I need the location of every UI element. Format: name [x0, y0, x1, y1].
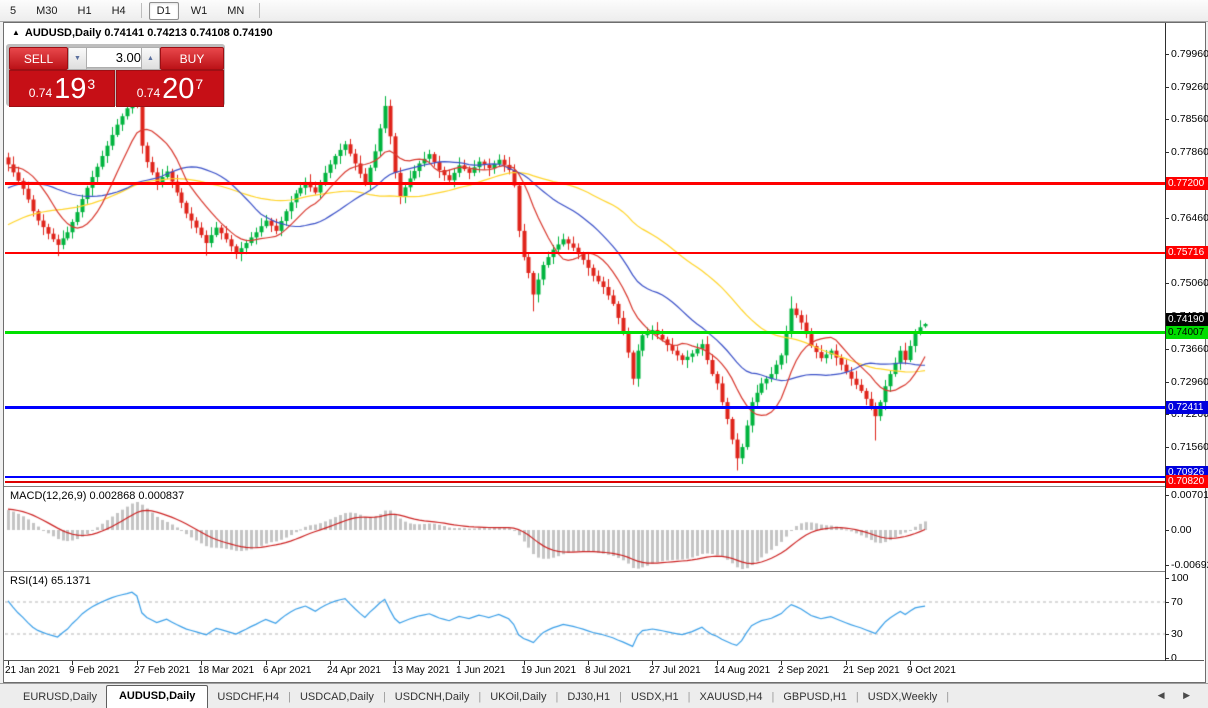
price-badge-0.72411: 0.72411 [1166, 401, 1208, 414]
chart-tab-USDX-H1[interactable]: USDX,H1 [622, 687, 688, 708]
hline-0.74007[interactable] [5, 331, 1165, 334]
timeframe-button-D1[interactable]: D1 [149, 2, 179, 20]
price-badge-0.77200: 0.77200 [1166, 177, 1208, 190]
price-tick-label: 0.79960 [1171, 48, 1208, 60]
timeframe-button-W1[interactable]: W1 [183, 2, 216, 20]
timeframe-button-M30[interactable]: M30 [28, 2, 65, 20]
date-label: 13 May 2021 [392, 665, 450, 676]
date-label: 9 Oct 2021 [907, 665, 956, 676]
date-label: 18 Mar 2021 [198, 665, 254, 676]
date-label: 2 Sep 2021 [778, 665, 829, 676]
date-label: 9 Feb 2021 [69, 665, 120, 676]
timeframe-toolbar[interactable]: 5M30 H1H4 D1W1MN [0, 0, 1208, 22]
volume-decrease-button[interactable]: ▼ [68, 47, 87, 70]
date-label: 24 Apr 2021 [327, 665, 381, 676]
chart-tab-EURUSD-Daily[interactable]: EURUSD,Daily [14, 687, 106, 708]
date-label: 21 Sep 2021 [843, 665, 900, 676]
macd-axis-label: -0.006923 [1171, 559, 1208, 571]
ask-price-small: 0.74 [137, 86, 160, 104]
timeframe-button-MN[interactable]: MN [219, 2, 252, 20]
ask-price-big: 20 [162, 75, 194, 104]
sell-button[interactable]: SELL [9, 47, 68, 70]
hline-0.72411[interactable] [5, 406, 1165, 409]
rsi-panel-divider[interactable] [4, 571, 1165, 572]
hline-0.70820[interactable] [5, 481, 1165, 483]
bid-price-small: 0.74 [29, 86, 52, 104]
chart-tab-AUDUSD-Daily[interactable]: AUDUSD,Daily [106, 685, 208, 708]
rsi-label: RSI(14) 65.1371 [10, 575, 91, 587]
price-tick-label: 0.71560 [1171, 441, 1208, 453]
price-badge-0.75716: 0.75716 [1166, 246, 1208, 259]
price-badge-0.74190: 0.74190 [1166, 313, 1208, 326]
tab-separator: | [946, 687, 949, 708]
macd-axis-label: 0.00 [1171, 524, 1191, 536]
chart-tab-bar: EURUSD,DailyAUDUSD,DailyUSDCHF,H4 | USDCAD… [0, 683, 1208, 708]
toolbar-separator [259, 3, 260, 18]
chart-tab-XAUUSD-H4[interactable]: XAUUSD,H4 [691, 687, 772, 708]
chart-tab-USDCNH-Daily[interactable]: USDCNH,Daily [386, 687, 479, 708]
price-axis-line [1165, 23, 1166, 661]
price-tick-label: 0.79260 [1171, 81, 1208, 93]
price-badge-0.70820: 0.70820 [1166, 475, 1208, 488]
hline-0.77200[interactable] [5, 182, 1165, 185]
bid-price-pipette: 3 [87, 76, 95, 92]
price-badge-0.74007: 0.74007 [1166, 326, 1208, 339]
hline-0.70926[interactable] [5, 476, 1165, 478]
chart-tab-UKOil-Daily[interactable]: UKOil,Daily [481, 687, 555, 708]
price-tick-label: 0.75060 [1171, 277, 1208, 289]
rsi-indicator-canvas[interactable] [5, 572, 1165, 660]
price-tick-label: 0.72960 [1171, 376, 1208, 388]
ask-price-pipette: 7 [195, 76, 203, 92]
chart-tab-USDCAD-Daily[interactable]: USDCAD,Daily [291, 687, 383, 708]
date-label: 1 Jun 2021 [456, 665, 506, 676]
macd-label: MACD(12,26,9) 0.002868 0.000837 [10, 490, 184, 502]
date-label: 21 Jan 2021 [5, 665, 60, 676]
date-label: 8 Jul 2021 [585, 665, 631, 676]
rsi-axis-label: 70 [1171, 596, 1183, 608]
chart-tab-USDX-Weekly[interactable]: USDX,Weekly [859, 687, 946, 708]
date-label: 14 Aug 2021 [714, 665, 770, 676]
rsi-axis-label: 100 [1171, 572, 1189, 584]
hline-0.75716[interactable] [5, 252, 1165, 254]
tab-scroll-arrows[interactable]: ◀ ▶ [1158, 690, 1198, 701]
chart-tab-USDCHF-H4[interactable]: USDCHF,H4 [208, 687, 288, 708]
price-tick-label: 0.78560 [1171, 113, 1208, 125]
bid-price-big: 19 [54, 75, 86, 104]
volume-increase-button[interactable]: ▲ [141, 47, 160, 70]
date-label: 6 Apr 2021 [263, 665, 311, 676]
timeframe-button-H1[interactable]: H1 [70, 2, 100, 20]
rsi-axis-label: 0 [1171, 652, 1177, 664]
price-tick-label: 0.77860 [1171, 146, 1208, 158]
bid-quote-button[interactable]: 0.74 19 3 [9, 70, 115, 107]
macd-panel-divider[interactable] [4, 486, 1165, 487]
buy-button[interactable]: BUY [160, 47, 224, 70]
date-label: 27 Jul 2021 [649, 665, 701, 676]
timeframe-button-5[interactable]: 5 [2, 2, 24, 20]
date-label: 19 Jun 2021 [521, 665, 576, 676]
toolbar-separator [141, 3, 142, 18]
volume-input[interactable]: 3.00 [86, 47, 146, 68]
price-tick-label: 0.73660 [1171, 343, 1208, 355]
price-tick-label: 0.76460 [1171, 212, 1208, 224]
macd-axis-label: 0.007015 [1171, 489, 1208, 501]
chart-tab-DJ30-H1[interactable]: DJ30,H1 [558, 687, 619, 708]
rsi-axis-label: 30 [1171, 628, 1183, 640]
chart-tab-GBPUSD-H1[interactable]: GBPUSD,H1 [774, 687, 856, 708]
timeframe-button-H4[interactable]: H4 [104, 2, 134, 20]
date-ruler-line [4, 660, 1204, 661]
date-label: 27 Feb 2021 [134, 665, 190, 676]
ask-quote-button[interactable]: 0.74 20 7 [116, 70, 224, 107]
